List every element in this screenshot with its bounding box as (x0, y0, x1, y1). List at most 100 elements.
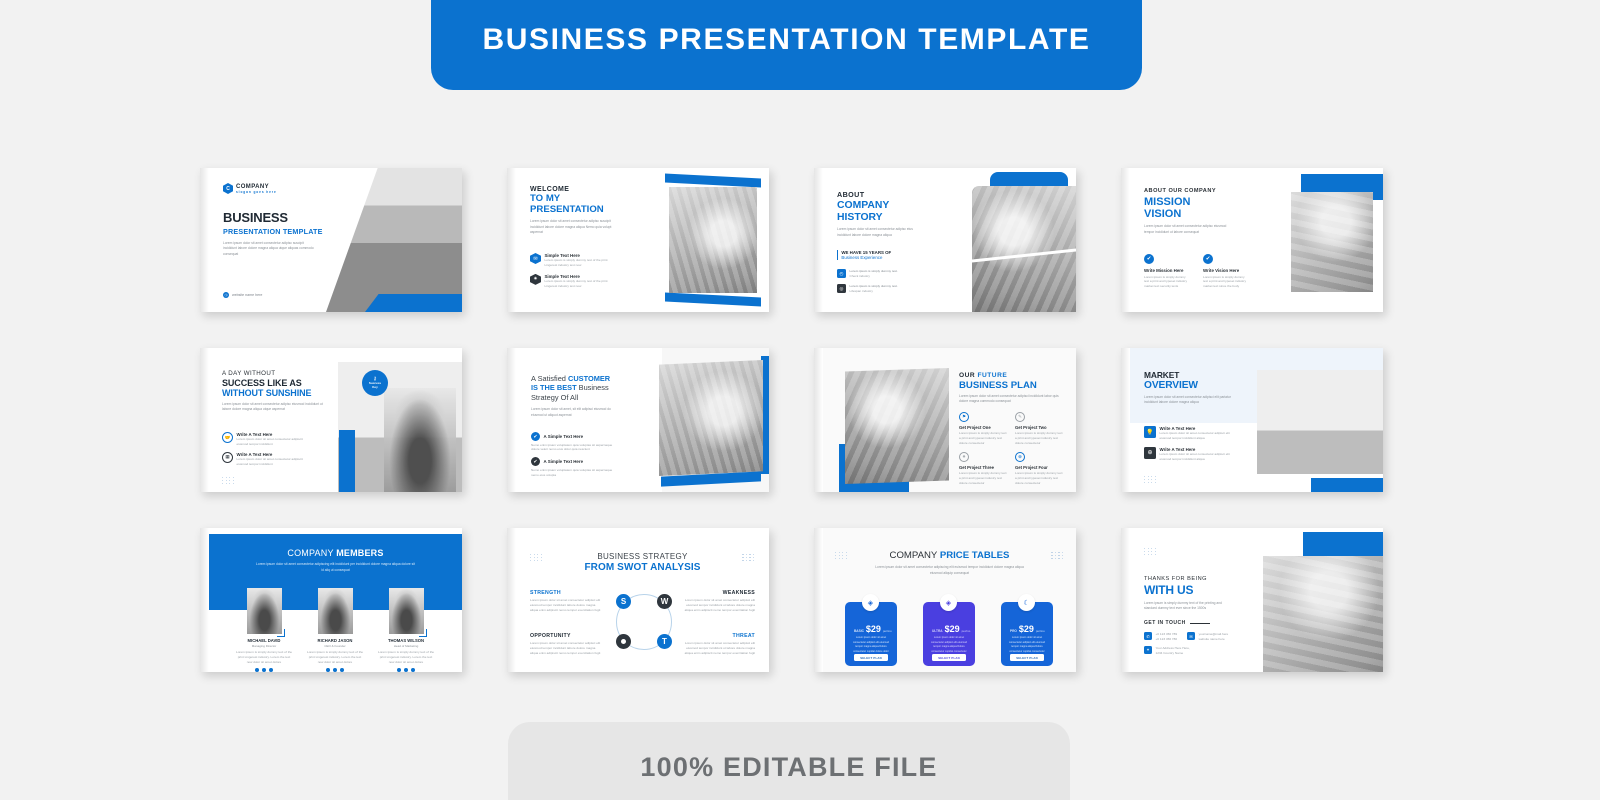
select-plan-button[interactable]: SELECT PLAN (854, 654, 888, 661)
slide-mission-vision[interactable]: ABOUT OUR COMPANY MISSION VISION Lorem i… (1121, 168, 1383, 312)
plan-text: Lorem ipsum dolor sit amet consectetur a… (1009, 636, 1045, 653)
slide-thanks[interactable]: THANKS FOR BEING WITH US Lorem ipsum is … (1121, 528, 1383, 672)
slide-4-item-label: Write Mission Here (1144, 268, 1184, 273)
slide-11-body: Lorem ipsum dolor sit amet consectetur a… (875, 565, 1024, 575)
contact-item-mail[interactable]: ✉ yourname@mail.here website name here (1187, 632, 1228, 642)
twitter-icon[interactable] (332, 667, 338, 672)
slide-title[interactable]: C COMPANY slogan goes here BUSINESS PRES… (200, 168, 462, 312)
slide-8-title-blue: OVERVIEW (1144, 380, 1198, 391)
slide-2-title-2: PRESENTATION (530, 203, 604, 215)
swot-letter-t[interactable]: T (657, 634, 672, 649)
price-card-pro[interactable]: PRO $29 per/mo Lorem ipsum dolor sit ame… (1001, 602, 1053, 666)
footer-banner: 100% EDITABLE FILE (508, 722, 1070, 800)
slide-grid: C COMPANY slogan goes here BUSINESS PRES… (200, 168, 1395, 678)
slide-6-item-text: Nemo enim ipsam voluptatem quia voluptas… (531, 467, 613, 477)
member-card[interactable]: THOMAS WILSON Head of Marketing Lorem ip… (377, 638, 435, 672)
slide-7-item[interactable]: ⊕ Get Project Four Lorem ipsum is simply… (1015, 451, 1065, 486)
member-social-links[interactable] (377, 667, 435, 672)
check-circle-icon: ✔ (531, 432, 540, 441)
slide-3-body: Lorem ipsum dolor sit amet consectetur a… (837, 227, 913, 237)
facebook-icon[interactable] (396, 667, 402, 672)
slide-8-item[interactable]: ⊕ Write A Text Here Lorem ipsum dolor si… (1144, 446, 1240, 462)
logo-slogan: slogan goes here (236, 189, 277, 194)
header-title: BUSINESS PRESENTATION TEMPLATE (482, 23, 1091, 56)
plan-period: per/mo (1035, 629, 1045, 633)
slide-5-item[interactable]: ▦ Write A Text Here Lorem ipsum dolor si… (222, 451, 314, 467)
slide-5-item-text: Lorem ipsum dolor sit amet consectetur a… (236, 437, 303, 446)
slide-1-body: Lorem ipsum dolor sit amet consectetur a… (223, 241, 314, 256)
slide-3-item[interactable]: ◴ Lorem ipsum is simply dummy text. Chec… (837, 269, 927, 279)
slide-3-item-text: Lifespan industry (849, 288, 873, 293)
contact-line-2: 1234 Country Name (1155, 650, 1184, 655)
slide-4-item[interactable]: ✔ Write Mission Here Lorem ipsum is simp… (1144, 254, 1191, 289)
member-role: Head of Marketing (393, 644, 419, 648)
instagram-icon[interactable] (339, 667, 345, 672)
twitter-icon[interactable] (261, 667, 267, 672)
price-card-basic[interactable]: BASIC $29 per/mo Lorem ipsum dolor sit a… (845, 602, 897, 666)
swot-letter-o[interactable] (616, 634, 631, 649)
slide-4-item[interactable]: ✔ Write Vision Here Lorem ipsum is simpl… (1203, 254, 1250, 289)
plan-text: Lorem ipsum dolor sit amet consectetur a… (853, 636, 889, 653)
slide-customer[interactable]: A Satisfied CUSTOMER IS THE BEST Busines… (507, 348, 769, 492)
slide-success[interactable]: ⚷ Success Key A DAY WITHOUT SUCCESS LIKE… (200, 348, 462, 492)
slide-company-history[interactable]: ABOUT COMPANY HISTORY Lorem ipsum dolor … (814, 168, 1076, 312)
select-plan-label: SELECT PLAN (938, 655, 960, 660)
slide-8-body: Lorem ipsum dolor sit amet consectetur a… (1144, 395, 1231, 405)
slide-7-item[interactable]: ✎ Get Project Two Lorem ipsum is simply … (1015, 412, 1065, 446)
plan-period: per/mo (961, 629, 971, 633)
swot-letter-s[interactable]: S (616, 594, 631, 609)
slide-8-blue-bar (1311, 478, 1383, 492)
facebook-icon[interactable] (254, 667, 260, 672)
slide-6-item[interactable]: ✔ A Simple Text Here Nemo enim ipsam vol… (531, 457, 631, 477)
member-card[interactable]: RICHARD JASON CEO & Founder Lorem ipsum … (306, 638, 364, 672)
select-plan-button[interactable]: SELECT PLAN (1010, 654, 1044, 661)
slide-company-members[interactable]: COMPANY MEMBERS Lorem ipsum dolor sit am… (200, 528, 462, 672)
slide-business-plan[interactable]: OUR FUTURE BUSINESS PLAN Lorem ipsum dol… (814, 348, 1076, 492)
phone-icon: ✆ (1144, 632, 1152, 640)
facebook-icon[interactable] (325, 667, 331, 672)
slide-5-title-dark: SUCCESS LIKE AS (222, 378, 302, 388)
instagram-icon[interactable] (410, 667, 416, 672)
slide-market-overview[interactable]: MARKET OVERVIEW Lorem ipsum dolor sit am… (1121, 348, 1383, 492)
member-name: THOMAS WILSON (387, 638, 425, 643)
slide-5-eyebrow: A DAY WITHOUT (222, 370, 276, 377)
member-social-links[interactable] (306, 667, 364, 672)
slide-2-photo (669, 187, 757, 293)
member-card[interactable]: MICHAEL DAVID Managing Director Lorem ip… (235, 638, 293, 672)
twitter-icon[interactable] (403, 667, 409, 672)
badge-line-2: Key (372, 384, 378, 389)
slide-2-item[interactable]: ✉ Simple Text Here Lorem ipsum is simply… (530, 253, 622, 268)
plan-badge-pro: ☾ (1018, 594, 1035, 611)
slide-swot[interactable]: BUSINESS STRATEGY FROM SWOT ANALYSIS S W… (507, 528, 769, 672)
swot-letter-s-text: S (620, 597, 627, 606)
member-social-links[interactable] (235, 667, 293, 672)
contact-item-phone[interactable]: ✆ +0 123 456 789 +0 123 456 780 (1144, 632, 1177, 642)
slide-7-eyebrow-blue: FUTURE (977, 372, 1008, 379)
slide-3-item[interactable]: ◎ Lorem ipsum is simply dummy text. Life… (837, 284, 927, 294)
plan-price: $29 (944, 624, 960, 634)
slide-3-item-text: Check industry (849, 273, 870, 278)
slide-welcome[interactable]: WELCOME TO MY PRESENTATION Lorem ipsum d… (507, 168, 769, 312)
slide-5-title-blue: WITHOUT SUNSHINE (222, 388, 312, 398)
slide-4-photo (1291, 192, 1373, 292)
swot-text-strength: Lorem ipsum dolor sit amet consectetur a… (530, 598, 601, 612)
slide-12-photo (1263, 556, 1383, 672)
diamond-icon: ◈ (867, 599, 874, 607)
slide-7-item-text: Lorem ipsum is simply dummy text a print… (1015, 470, 1063, 485)
instagram-icon[interactable] (268, 667, 274, 672)
slide-7-item-label: Get Project One (959, 425, 991, 430)
location-icon: ⌖ (1144, 645, 1152, 654)
slide-8-item[interactable]: 💡 Write A Text Here Lorem ipsum dolor si… (1144, 426, 1240, 441)
select-plan-button[interactable]: SELECT PLAN (932, 654, 966, 661)
slide-7-item[interactable]: ⚑ Get Project One Lorem ipsum is simply … (959, 412, 1009, 446)
slide-5-item[interactable]: 🤝 Write A Text Here Lorem ipsum dolor si… (222, 432, 314, 447)
slide-2-item[interactable]: ✷ Simple Text Here Lorem ipsum is simply… (530, 273, 622, 289)
slide-6-item[interactable]: ✔ A Simple Text Here Nemo enim ipsam vol… (531, 432, 631, 452)
slide-price-tables[interactable]: COMPANY PRICE TABLES Lorem ipsum dolor s… (814, 528, 1076, 672)
contact-item-location[interactable]: ⌖ Your Address Here Here, 1234 Country N… (1144, 645, 1254, 656)
member-role: CEO & Founder (324, 644, 346, 648)
slide-7-item[interactable]: ✷ Get Project Three Lorem ipsum is simpl… (959, 451, 1009, 486)
swot-letter-w[interactable]: W (657, 594, 672, 609)
price-card-ultra[interactable]: ULTRA $29 per/mo Lorem ipsum dolor sit a… (923, 602, 975, 666)
member-photo-frame (244, 585, 285, 637)
